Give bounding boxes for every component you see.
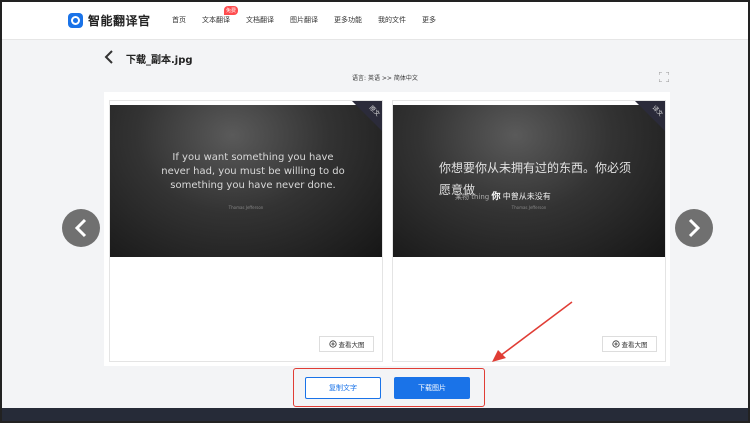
nav-my-files[interactable]: 我的文件 bbox=[378, 15, 406, 25]
result-panel: If you want something you have never had… bbox=[104, 92, 670, 366]
zoom-in-icon bbox=[611, 340, 620, 348]
nav-image-translate-label: 图片翻译 bbox=[290, 16, 318, 24]
language-label: 语言: bbox=[352, 75, 367, 82]
overlay-fragment: 你 bbox=[491, 192, 501, 202]
nav-my-files-label: 我的文件 bbox=[378, 16, 406, 24]
top-navbar: 智能翻译官 首页 文本翻译 免费 文档翻译 图片翻译 更多功能 我的文件 更多 bbox=[0, 0, 750, 40]
zoom-in-icon bbox=[328, 340, 337, 348]
nav-doc-translate[interactable]: 文档翻译 bbox=[246, 15, 274, 25]
original-quote: If you want something you have never had… bbox=[161, 152, 345, 191]
copy-text-button[interactable]: 复制文字 bbox=[305, 377, 381, 399]
translated-image: 你想要你从未拥有过的东西。你必须愿意做 某物 thing 你 中曾从未没有 Th… bbox=[393, 105, 665, 257]
chevron-right-icon bbox=[688, 218, 701, 238]
translated-overlay-text: 某物 thing 你 中曾从未没有 bbox=[455, 189, 551, 202]
expand-icon[interactable] bbox=[659, 72, 669, 82]
logo-text: 智能翻译官 bbox=[88, 14, 151, 28]
nav-doc-translate-label: 文档翻译 bbox=[246, 16, 274, 24]
overlay-fragment: thing bbox=[471, 193, 490, 201]
previous-button[interactable] bbox=[62, 209, 100, 247]
page-title: 下载_副本.jpg bbox=[126, 55, 193, 66]
main-nav: 首页 文本翻译 免费 文档翻译 图片翻译 更多功能 我的文件 更多 bbox=[172, 6, 452, 25]
overlay-fragment: 某物 bbox=[455, 193, 469, 201]
nav-more-label: 更多 bbox=[422, 16, 436, 24]
nav-home-label: 首页 bbox=[172, 16, 186, 24]
view-large-button[interactable]: 查看大图 bbox=[319, 336, 374, 352]
view-large-label: 查看大图 bbox=[338, 341, 365, 349]
view-large-label: 查看大图 bbox=[621, 341, 648, 349]
target-language: 简体中文 bbox=[393, 75, 418, 82]
nav-home[interactable]: 首页 bbox=[172, 15, 186, 25]
nav-more-features-label: 更多功能 bbox=[334, 16, 362, 24]
chevron-left-icon bbox=[104, 50, 113, 64]
logo-icon bbox=[68, 13, 83, 28]
back-button[interactable] bbox=[104, 50, 114, 67]
nav-more[interactable]: 更多 bbox=[422, 15, 436, 25]
nav-text-translate[interactable]: 文本翻译 免费 bbox=[202, 6, 239, 25]
original-image: If you want something you have never had… bbox=[110, 105, 382, 257]
overlay-fragment: 中曾从未没有 bbox=[502, 192, 551, 201]
footer-bar bbox=[0, 408, 750, 423]
source-language: 英语 bbox=[367, 75, 380, 82]
language-indicator: 语言: 英语 >> 简体中文 bbox=[352, 73, 418, 82]
logo[interactable]: 智能翻译官 bbox=[68, 12, 151, 29]
original-author: Thomas Jefferson bbox=[228, 205, 264, 210]
chevron-left-icon bbox=[74, 218, 87, 238]
next-button[interactable] bbox=[675, 209, 713, 247]
translated-card: 你想要你从未拥有过的东西。你必须愿意做 某物 thing 你 中曾从未没有 Th… bbox=[392, 100, 666, 362]
view-large-button[interactable]: 查看大图 bbox=[602, 336, 657, 352]
translated-author: Thomas Jefferson bbox=[511, 205, 547, 210]
free-badge: 免费 bbox=[224, 6, 239, 15]
nav-more-features[interactable]: 更多功能 bbox=[334, 15, 362, 25]
original-card: If you want something you have never had… bbox=[109, 100, 383, 362]
nav-text-translate-label: 文本翻译 bbox=[202, 16, 230, 24]
language-separator: >> bbox=[381, 75, 392, 82]
download-image-button[interactable]: 下载图片 bbox=[394, 377, 470, 399]
nav-image-translate[interactable]: 图片翻译 bbox=[290, 15, 318, 25]
